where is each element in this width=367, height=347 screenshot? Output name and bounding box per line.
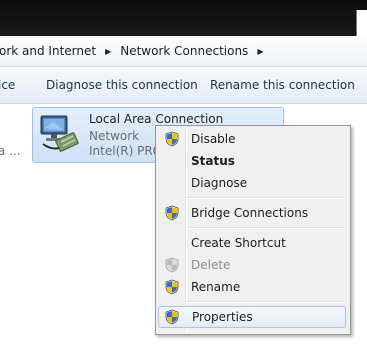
menu-item-delete: Delete	[158, 254, 346, 276]
menu-item-label: Status	[191, 154, 235, 168]
menu-item-create-shortcut[interactable]: Create Shortcut	[158, 232, 346, 254]
uac-shield-icon	[165, 279, 179, 295]
menu-item-status[interactable]: Status	[158, 150, 346, 172]
breadcrumb-chevron-icon[interactable]: ▶	[101, 47, 115, 56]
window-edge	[356, 10, 367, 36]
rename-connection-button[interactable]: Rename this connection	[210, 78, 355, 92]
menu-separator	[187, 227, 344, 229]
menu-item-properties[interactable]: Properties	[158, 306, 346, 328]
menu-item-label: Disable	[191, 132, 236, 146]
breadcrumb-network-and-internet[interactable]: ork and Internet	[0, 44, 101, 58]
breadcrumb: ork and Internet ▶ Network Connections ▶	[0, 44, 267, 58]
menu-item-label: Diagnose	[191, 176, 248, 190]
uac-shield-icon	[165, 309, 179, 325]
menu-separator	[187, 301, 344, 303]
diagnose-connection-button[interactable]: Diagnose this connection	[46, 78, 198, 92]
uac-shield-icon	[165, 257, 179, 273]
menu-item-label: Bridge Connections	[191, 206, 309, 220]
connection-status: Network	[89, 129, 140, 143]
menu-item-diagnose[interactable]: Diagnose	[158, 172, 346, 194]
menu-item-label: Delete	[191, 258, 231, 272]
menu-item-rename[interactable]: Rename	[158, 276, 346, 298]
uac-shield-icon	[165, 131, 179, 147]
command-partial-button[interactable]: ice	[0, 78, 15, 92]
partial-item-text: a ...	[0, 144, 21, 158]
connection-name: Local Area Connection	[89, 112, 224, 126]
breadcrumb-chevron-icon[interactable]: ▶	[253, 47, 267, 56]
address-bar[interactable]: ork and Internet ▶ Network Connections ▶	[0, 36, 367, 67]
network-adapter-icon	[40, 115, 79, 152]
window-titlebar	[0, 0, 367, 36]
menu-item-label: Create Shortcut	[191, 236, 286, 250]
menu-item-bridge-connections[interactable]: Bridge Connections	[158, 202, 346, 224]
menu-item-disable[interactable]: Disable	[158, 128, 346, 150]
menu-item-label: Properties	[192, 310, 253, 324]
breadcrumb-network-connections[interactable]: Network Connections	[115, 44, 253, 58]
command-bar: ice Diagnose this connection Rename this…	[0, 67, 367, 104]
menu-separator	[187, 197, 344, 199]
uac-shield-icon	[165, 205, 179, 221]
menu-item-label: Rename	[191, 280, 241, 294]
context-menu: Disable Status Diagnose Bridge Connectio…	[155, 125, 351, 335]
